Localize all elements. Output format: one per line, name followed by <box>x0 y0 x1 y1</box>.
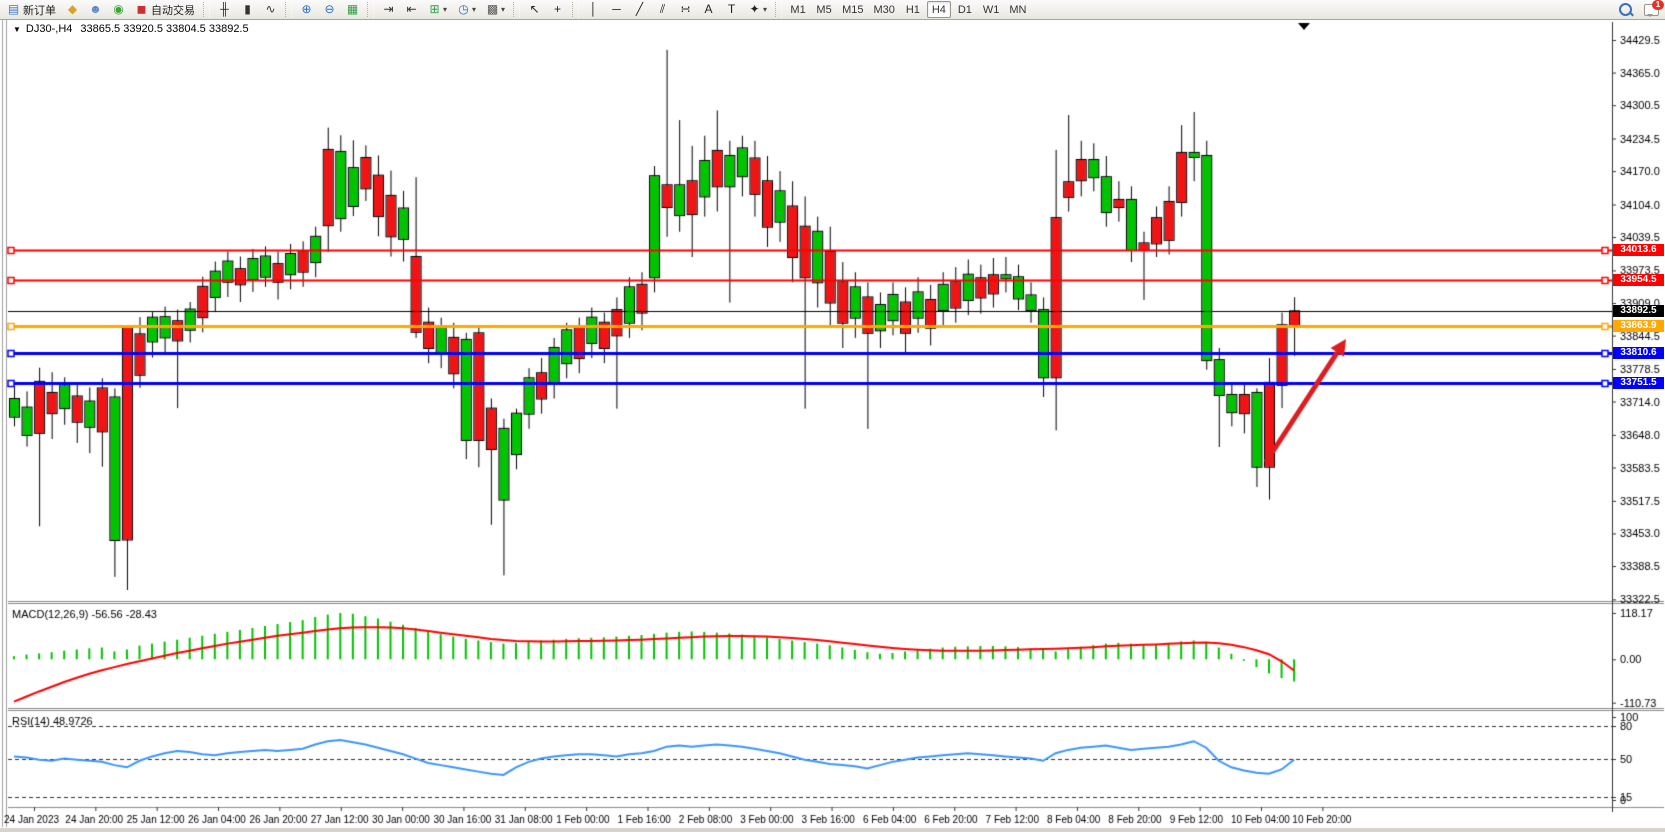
clock-icon: ◷ <box>457 2 470 17</box>
timeframe-mn[interactable]: MN <box>1005 1 1030 18</box>
timeframe-h4[interactable]: H4 <box>927 1 951 18</box>
text-label-icon: T <box>725 2 738 17</box>
zoom-out-icon: ⊖ <box>323 2 336 17</box>
tile-windows-icon: ▦ <box>346 2 359 17</box>
horizontal-line-icon: ─ <box>610 2 623 17</box>
collapse-panel-icon[interactable]: ▼ <box>13 25 21 34</box>
vertical-line-icon: │ <box>587 2 600 17</box>
chart-header: ▼ DJ30-,H4 33865.5 33920.5 33804.5 33892.5 <box>13 23 249 35</box>
toolbar-separator <box>285 2 292 17</box>
toolbar-separator <box>367 2 374 17</box>
vertical-line-button[interactable]: │ <box>583 1 604 18</box>
chevron-down-icon[interactable]: ▾ <box>501 5 505 14</box>
toolbar-group: ⇥⇤⊞▾◷▾▩▾ <box>375 0 512 19</box>
toolbar-separator <box>572 2 579 17</box>
equidistant-channel-button[interactable]: ⫽ <box>652 1 673 18</box>
toolbar-group: ╫ ▮ ∿ <box>211 0 284 19</box>
text-label-button[interactable]: T <box>721 1 742 18</box>
timeframe-h1[interactable]: H1 <box>901 1 925 18</box>
ohlc-values: 33865.5 33920.5 33804.5 33892.5 <box>80 23 248 35</box>
trendline-icon: ╱ <box>633 2 646 17</box>
order-ticket-icon: ▤ <box>7 2 20 17</box>
text-icon: A <box>702 2 715 17</box>
price-line-badge: 33810.6 <box>1613 347 1664 359</box>
cursor-icon: ↖ <box>528 2 541 17</box>
search-icon[interactable] <box>1619 3 1632 16</box>
new-order-button[interactable]: ▤新订单 <box>3 1 60 18</box>
price-line-badge: 33751.5 <box>1613 377 1664 389</box>
price-line-badge: 33863.9 <box>1613 320 1664 332</box>
timeframe-d1[interactable]: D1 <box>953 1 977 18</box>
notification-badge: 1 <box>1652 0 1664 10</box>
arrows-button[interactable]: ✦▾ <box>744 1 771 18</box>
timeframe-m15[interactable]: M15 <box>838 1 867 18</box>
zoom-in-button[interactable]: ⊕ <box>296 1 317 18</box>
templates-button[interactable]: ▩▾ <box>482 1 509 18</box>
auto-scroll-button[interactable]: ⇥ <box>378 1 399 18</box>
zoom-in-icon: ⊕ <box>300 2 313 17</box>
price-line-badge: 33954.5 <box>1613 274 1664 286</box>
chevron-down-icon[interactable]: ▾ <box>763 5 767 14</box>
toolbar-group: ⊕ ⊖ ▦ <box>293 0 366 19</box>
channel-icon: ⫽ <box>656 2 669 17</box>
tile-windows-button[interactable]: ▦ <box>342 1 363 18</box>
toolbar-separator <box>775 2 782 17</box>
person-icon: ☻ <box>89 2 102 17</box>
fibonacci-icon: ∺ <box>679 2 692 17</box>
trendline-button[interactable]: ╱ <box>629 1 650 18</box>
market-watch-button[interactable]: ◆ <box>62 1 83 18</box>
chevron-down-icon[interactable]: ▾ <box>472 5 476 14</box>
auto-trading-button-label: 自动交易 <box>151 2 195 18</box>
bar-chart-icon: ╫ <box>218 2 231 17</box>
chart-shift-icon: ⇤ <box>405 2 418 17</box>
crosshair-button[interactable]: + <box>547 1 568 18</box>
chart-shift-button[interactable]: ⇤ <box>401 1 422 18</box>
timeframe-w1[interactable]: W1 <box>979 1 1004 18</box>
toolbar-group: ▤新订单 ◆ ☻ ◉ ◼自动交易 <box>0 0 202 19</box>
price-line-badge: 34013.6 <box>1613 244 1664 256</box>
auto-scroll-icon: ⇥ <box>382 2 395 17</box>
auto-trading-button[interactable]: ◼自动交易 <box>131 1 199 18</box>
text-button[interactable]: A <box>698 1 719 18</box>
price-line-badge: 33892.5 <box>1613 305 1664 317</box>
candlestick-chart-button[interactable]: ▮ <box>237 1 258 18</box>
crosshair-icon: + <box>551 2 564 17</box>
box-icon: ◆ <box>66 2 79 17</box>
toolbar-group: ↖+ <box>521 0 571 19</box>
symbol-period-label: DJ30-,H4 <box>26 23 72 35</box>
platform-window: ▤新订单◆☻◉◼自动交易╫▮∿⊕⊖▦⇥⇤⊞▾◷▾▩▾↖+│─╱⫽∺AT✦▾M1M… <box>0 0 1665 832</box>
chart-canvas[interactable] <box>0 0 1665 832</box>
zoom-out-button[interactable]: ⊖ <box>319 1 340 18</box>
cursor-button[interactable]: ↖ <box>524 1 545 18</box>
timeframe-m30[interactable]: M30 <box>869 1 898 18</box>
bar-chart-button[interactable]: ╫ <box>214 1 235 18</box>
add-indicator-icon: ⊞ <box>428 2 441 17</box>
arrows-icon: ✦ <box>748 2 761 17</box>
periods-button[interactable]: ◷▾ <box>453 1 480 18</box>
fibonacci-button[interactable]: ∺ <box>675 1 696 18</box>
timeframe-group: M1M5M15M30H1H4D1W1MN <box>783 0 1033 19</box>
line-chart-button[interactable]: ∿ <box>260 1 281 18</box>
line-chart-icon: ∿ <box>264 2 277 17</box>
indicators-button[interactable]: ⊞▾ <box>424 1 451 18</box>
terminal-button[interactable]: ☻ <box>85 1 106 18</box>
toolbar-separator <box>513 2 520 17</box>
news-button[interactable]: ◉ <box>108 1 129 18</box>
toolbar-separator <box>203 2 210 17</box>
main-toolbar: ▤新订单◆☻◉◼自动交易╫▮∿⊕⊖▦⇥⇤⊞▾◷▾▩▾↖+│─╱⫽∺AT✦▾M1M… <box>0 0 1665 20</box>
robot-icon: ◼ <box>135 2 148 17</box>
new-order-button-label: 新订单 <box>23 2 56 18</box>
signal-icon: ◉ <box>112 2 125 17</box>
timeframe-m5[interactable]: M5 <box>812 1 836 18</box>
toolbar-right: 1 <box>1619 3 1665 16</box>
timeframe-m1[interactable]: M1 <box>786 1 810 18</box>
candlestick-icon: ▮ <box>241 2 254 17</box>
horizontal-line-button[interactable]: ─ <box>606 1 627 18</box>
chevron-down-icon[interactable]: ▾ <box>443 5 447 14</box>
toolbar-group: │ ─ ╱ ⫽ ∺ AT ✦▾ <box>580 0 774 19</box>
notifications-icon[interactable]: 1 <box>1644 4 1659 16</box>
template-icon: ▩ <box>486 2 499 17</box>
